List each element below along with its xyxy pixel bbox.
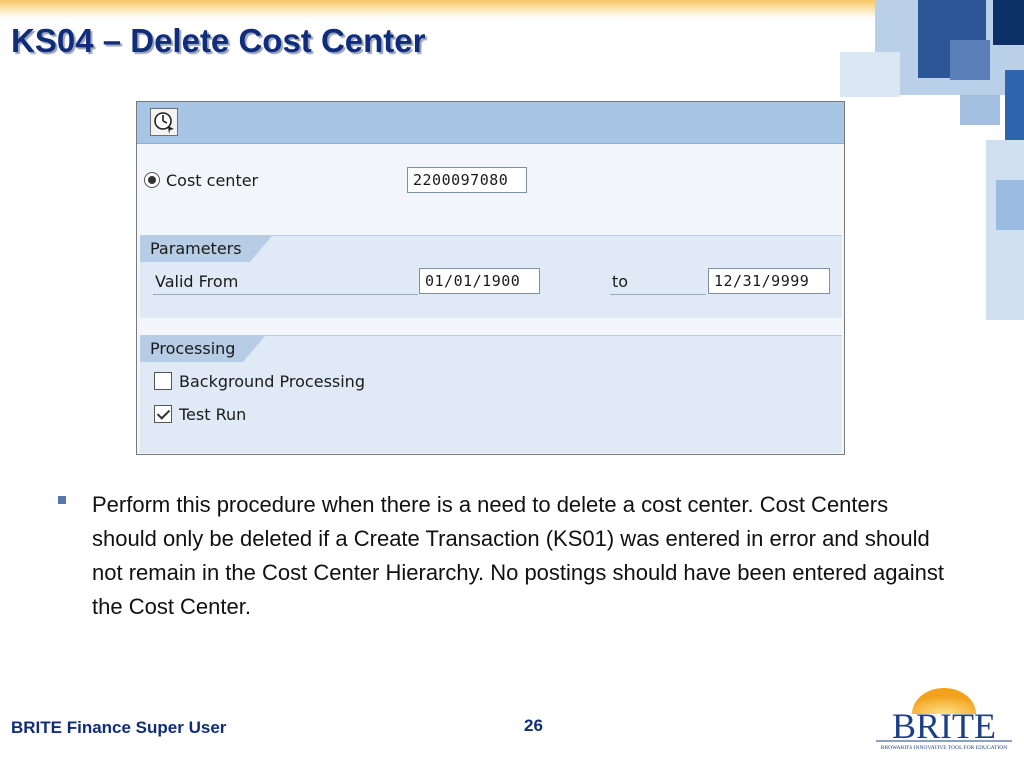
footer-course-title: BRITE Finance Super User — [11, 718, 227, 737]
execute-button[interactable] — [150, 108, 178, 136]
slide-title: KS04 – Delete Cost Center — [11, 22, 426, 59]
test-run-checkbox[interactable] — [154, 405, 172, 423]
sap-screenshot: Cost center 2200097080 Parameters Valid … — [136, 101, 845, 455]
parameters-group-title: Parameters — [140, 236, 272, 262]
valid-from-input[interactable]: 01/01/1900 — [419, 268, 540, 294]
bullet-square-icon — [58, 496, 66, 504]
bullet-text: Perform this procedure when there is a n… — [92, 492, 944, 619]
to-underline — [610, 294, 706, 295]
processing-group: Processing Background Processing Test Ru… — [140, 335, 842, 453]
background-processing-label: Background Processing — [179, 372, 365, 391]
clock-execute-icon — [154, 112, 174, 134]
to-label: to — [612, 272, 629, 291]
valid-from-label: Valid From — [155, 272, 239, 291]
cost-center-input[interactable]: 2200097080 — [407, 167, 527, 193]
cost-center-radio[interactable] — [144, 172, 160, 188]
brite-logo: BRITE BROWARD'S INNOVATIVE TOOL FOR EDUC… — [872, 686, 1016, 758]
valid-from-underline — [153, 294, 418, 295]
page-number: 26 — [524, 716, 543, 735]
svg-text:BRITE: BRITE — [892, 706, 996, 746]
svg-text:BROWARD'S INNOVATIVE TOOL FOR: BROWARD'S INNOVATIVE TOOL FOR EDUCATION — [881, 745, 1007, 751]
parameters-group: Parameters Valid From 01/01/1900 to 12/3… — [140, 235, 842, 318]
test-run-label: Test Run — [179, 405, 247, 424]
application-toolbar — [137, 102, 844, 144]
background-processing-checkbox[interactable] — [154, 372, 172, 390]
processing-group-title: Processing — [140, 336, 266, 362]
valid-to-input[interactable]: 12/31/9999 — [708, 268, 830, 294]
cost-center-label: Cost center — [166, 171, 259, 190]
